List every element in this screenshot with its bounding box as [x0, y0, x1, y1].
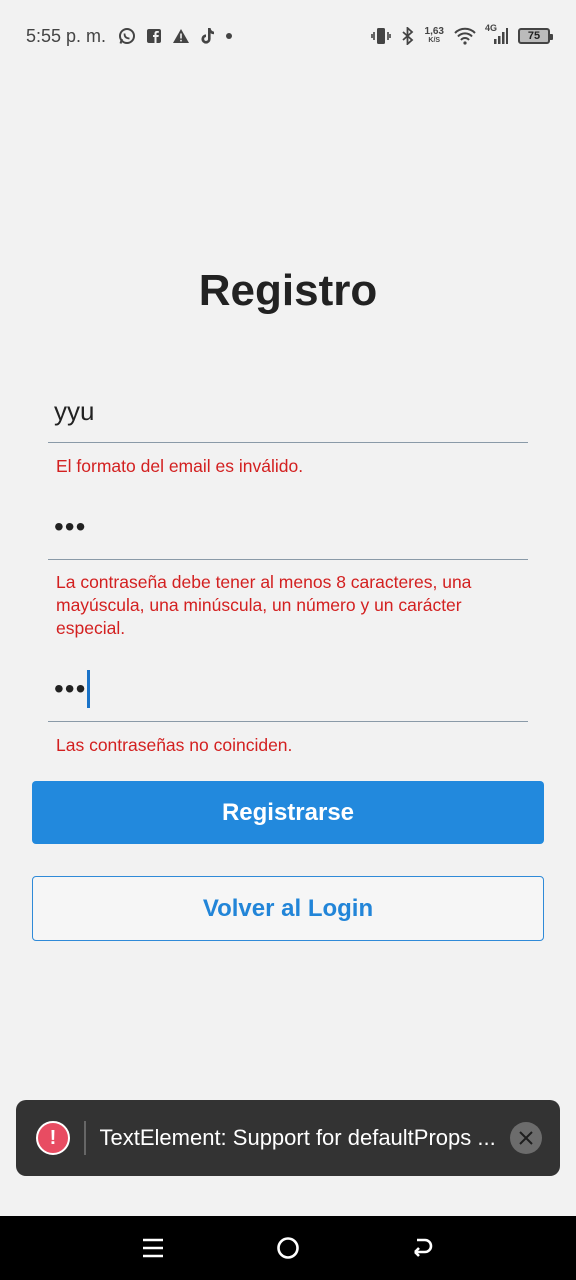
network-type: 4G [485, 23, 498, 33]
vibrate-icon [370, 27, 391, 45]
email-field[interactable]: yyu [48, 380, 528, 443]
status-bar: 5:55 p. m. 1,63 K/S 4G 75 [0, 0, 576, 72]
back-icon[interactable] [403, 1228, 443, 1268]
battery-icon: 75 [518, 28, 553, 44]
email-error-text: El formato del email es inválido. [56, 456, 304, 476]
tiktok-icon [200, 27, 216, 45]
toast-message: TextElement: Support for defaultProps ..… [99, 1125, 496, 1150]
toast-divider [84, 1121, 86, 1155]
signal-icon: 4G [485, 23, 508, 45]
battery-level: 75 [527, 30, 541, 42]
recents-menu-icon[interactable] [133, 1228, 173, 1268]
confirm-password-error-text: Las contraseñas no coinciden. [56, 735, 293, 755]
bluetooth-icon [401, 27, 415, 45]
password-field[interactable]: ••• [48, 495, 528, 560]
password-error-text: La contraseña debe tener al menos 8 cara… [56, 572, 472, 638]
email-input-value: yyu [54, 395, 95, 426]
facebook-icon [146, 28, 162, 44]
whatsapp-icon [118, 27, 136, 45]
confirm-password-input: ••• [48, 657, 528, 721]
warning-icon [172, 28, 190, 44]
error-toast[interactable]: ! TextElement: Support for defaultProps … [16, 1100, 560, 1176]
system-nav-bar [0, 1216, 576, 1280]
network-speed: 1,63 K/S [425, 27, 444, 45]
wifi-icon [454, 27, 476, 45]
status-time: 5:55 p. m. [26, 25, 107, 46]
notification-dot-icon [226, 33, 233, 39]
home-icon[interactable] [268, 1228, 308, 1268]
page-title: Registro [198, 266, 378, 315]
network-speed-unit: K/S [428, 37, 441, 44]
network-speed-value: 1,63 [424, 26, 444, 37]
error-icon: ! [36, 1121, 70, 1155]
close-icon[interactable] [510, 1122, 542, 1154]
status-bar-right: 1,63 K/S 4G 75 [370, 23, 553, 45]
status-bar-left: 5:55 p. m. [26, 25, 233, 47]
text-cursor [87, 670, 91, 708]
register-button[interactable]: Registrarse [32, 781, 544, 844]
confirm-password-field[interactable]: ••• [48, 657, 528, 722]
back-to-login-button[interactable]: Volver al Login [32, 876, 544, 941]
password-input-value: ••• [54, 511, 87, 542]
confirm-password-value: ••• [54, 673, 87, 704]
